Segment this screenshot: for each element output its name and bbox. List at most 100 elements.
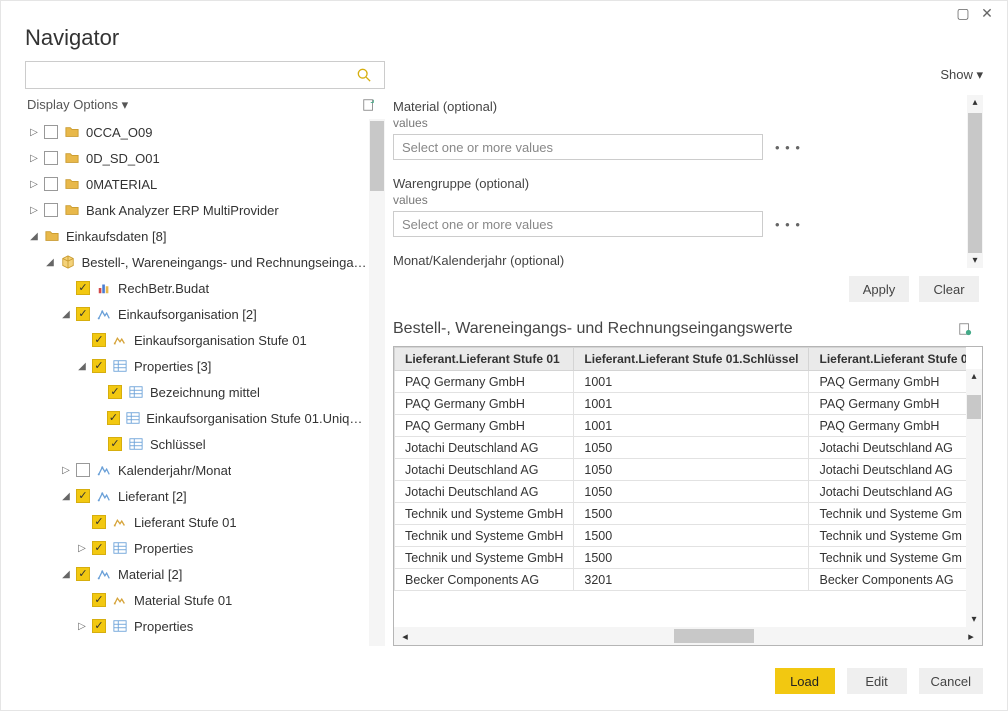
folder-icon — [64, 202, 80, 218]
chevron-icon[interactable]: ◢ — [45, 257, 55, 268]
tree-node[interactable]: ◢ Einkaufsorganisation [2] — [25, 301, 369, 327]
chevron-icon[interactable]: ◢ — [77, 361, 87, 372]
tree-node[interactable]: ▷Kalenderjahr/Monat — [25, 457, 369, 483]
checkbox[interactable] — [92, 593, 106, 607]
chevron-icon[interactable]: ▷ — [29, 179, 39, 190]
column-header[interactable]: Lieferant.Lieferant Stufe 01 — [395, 348, 574, 371]
preview-table[interactable]: Lieferant.Lieferant Stufe 01Lieferant.Li… — [394, 347, 966, 591]
checkbox[interactable] — [108, 385, 122, 399]
table-row[interactable]: Becker Components AG3201Becker Component… — [395, 569, 967, 591]
edit-button[interactable]: Edit — [847, 668, 907, 694]
show-dropdown[interactable]: Show ▾ — [940, 67, 983, 83]
table-row[interactable]: PAQ Germany GmbH1001PAQ Germany GmbH — [395, 393, 967, 415]
search-input[interactable] — [32, 68, 356, 83]
table-cell: 1001 — [574, 415, 809, 437]
tree-node[interactable]: ▷Bank Analyzer ERP MultiProvider — [25, 197, 369, 223]
chevron-icon[interactable]: ▷ — [29, 205, 39, 216]
chevron-icon[interactable]: ◢ — [61, 491, 71, 502]
tree-node[interactable]: ◢Einkaufsdaten [8] — [25, 223, 369, 249]
checkbox[interactable] — [92, 541, 106, 555]
filter-scrollbar[interactable]: ▴▾ — [967, 95, 983, 268]
table-hscrollbar[interactable]: ◂▸ — [394, 627, 982, 645]
refresh-icon[interactable] — [361, 97, 377, 113]
tree-node[interactable]: ▷Schlüssel — [25, 431, 369, 457]
tree-scrollbar[interactable] — [369, 119, 385, 646]
table-row[interactable]: Technik und Systeme GmbH1500Technik und … — [395, 525, 967, 547]
checkbox[interactable] — [44, 125, 58, 139]
checkbox[interactable] — [44, 203, 58, 217]
tree-node[interactable]: ◢Material [2] — [25, 561, 369, 587]
tree-node[interactable]: ▷Bezeichnung mittel — [25, 379, 369, 405]
search-input-wrapper[interactable] — [25, 61, 385, 89]
tree-node[interactable]: ▷Material Stufe 01 — [25, 587, 369, 613]
clear-button[interactable]: Clear — [919, 276, 979, 302]
search-icon[interactable] — [356, 67, 372, 83]
export-icon[interactable] — [957, 321, 973, 337]
checkbox[interactable] — [44, 151, 58, 165]
load-button[interactable]: Load — [775, 668, 835, 694]
checkbox[interactable] — [92, 619, 106, 633]
tree-node[interactable]: ▷0D_SD_O01 — [25, 145, 369, 171]
table-row[interactable]: PAQ Germany GmbH1001PAQ Germany GmbH — [395, 371, 967, 393]
checkbox[interactable] — [92, 515, 106, 529]
table-cell: 1500 — [574, 547, 809, 569]
navigator-tree[interactable]: ▷0CCA_O09▷0D_SD_O01▷0MATERIAL▷Bank Analy… — [25, 119, 369, 646]
checkbox[interactable] — [76, 281, 90, 295]
display-options-dropdown[interactable]: Display Options ▾ — [27, 97, 128, 113]
checkbox[interactable] — [76, 567, 90, 581]
table-icon — [112, 358, 128, 374]
chevron-icon[interactable]: ▷ — [61, 465, 71, 476]
tree-node-label: Einkaufsorganisation [2] — [118, 307, 257, 322]
tree-node[interactable]: ▷Einkaufsorganisation Stufe 01 — [25, 327, 369, 353]
tree-node[interactable]: ◢Bestell-, Wareneingangs- und Rechnungse… — [25, 249, 369, 275]
checkbox[interactable] — [76, 463, 90, 477]
column-header[interactable]: Lieferant.Lieferant Stufe 01. — [809, 348, 966, 371]
chevron-icon[interactable]: ▷ — [29, 127, 39, 138]
tree-node[interactable]: ▷ Properties — [25, 535, 369, 561]
checkbox[interactable] — [108, 437, 122, 451]
table-cell: PAQ Germany GmbH — [395, 371, 574, 393]
tree-node[interactable]: ▷0CCA_O09 — [25, 119, 369, 145]
table-cell: PAQ Germany GmbH — [809, 393, 966, 415]
page-title: Navigator — [1, 21, 1007, 61]
column-header[interactable]: Lieferant.Lieferant Stufe 01.Schlüssel — [574, 348, 809, 371]
chevron-icon[interactable]: ◢ — [61, 569, 71, 580]
tree-node[interactable]: ▷RechBetr.Budat — [25, 275, 369, 301]
table-cell: 1050 — [574, 437, 809, 459]
maximize-button[interactable]: ▢ — [951, 5, 975, 22]
checkbox[interactable] — [76, 307, 90, 321]
close-button[interactable]: ✕ — [975, 5, 999, 22]
chevron-icon[interactable]: ◢ — [61, 309, 71, 320]
table-row[interactable]: PAQ Germany GmbH1001PAQ Germany GmbH — [395, 415, 967, 437]
tree-node-label: RechBetr.Budat — [118, 281, 209, 296]
table-row[interactable]: Technik und Systeme GmbH1500Technik und … — [395, 503, 967, 525]
tree-node[interactable]: ▷0MATERIAL — [25, 171, 369, 197]
table-row[interactable]: Jotachi Deutschland AG1050Jotachi Deutsc… — [395, 481, 967, 503]
table-row[interactable]: Technik und Systeme GmbH1500Technik und … — [395, 547, 967, 569]
chevron-icon[interactable]: ◢ — [29, 231, 39, 242]
chevron-icon[interactable]: ▷ — [77, 621, 87, 632]
chevron-icon[interactable]: ▷ — [29, 153, 39, 164]
tree-node[interactable]: ▷Lieferant Stufe 01 — [25, 509, 369, 535]
checkbox[interactable] — [92, 359, 106, 373]
cancel-button[interactable]: Cancel — [919, 668, 983, 694]
checkbox[interactable] — [107, 411, 120, 425]
tree-node-label: Properties — [134, 619, 193, 634]
checkbox[interactable] — [92, 333, 106, 347]
filter-value-input[interactable]: Select one or more values — [393, 134, 763, 160]
tree-node[interactable]: ▷Einkaufsorganisation Stufe 01.UniqueNa… — [25, 405, 369, 431]
tree-node-label: Properties — [134, 541, 193, 556]
table-row[interactable]: Jotachi Deutschland AG1050Jotachi Deutsc… — [395, 437, 967, 459]
tree-node[interactable]: ◢Properties [3] — [25, 353, 369, 379]
filter-value-input[interactable]: Select one or more values — [393, 211, 763, 237]
checkbox[interactable] — [44, 177, 58, 191]
checkbox[interactable] — [76, 489, 90, 503]
tree-node[interactable]: ◢Lieferant [2] — [25, 483, 369, 509]
filter-more-icon[interactable]: • • • — [775, 140, 801, 155]
tree-node[interactable]: ▷ Properties — [25, 613, 369, 639]
table-row[interactable]: Jotachi Deutschland AG1050Jotachi Deutsc… — [395, 459, 967, 481]
filter-more-icon[interactable]: • • • — [775, 217, 801, 232]
table-vscrollbar[interactable]: ▴▾ — [966, 369, 982, 627]
apply-button[interactable]: Apply — [849, 276, 909, 302]
chevron-icon[interactable]: ▷ — [77, 543, 87, 554]
